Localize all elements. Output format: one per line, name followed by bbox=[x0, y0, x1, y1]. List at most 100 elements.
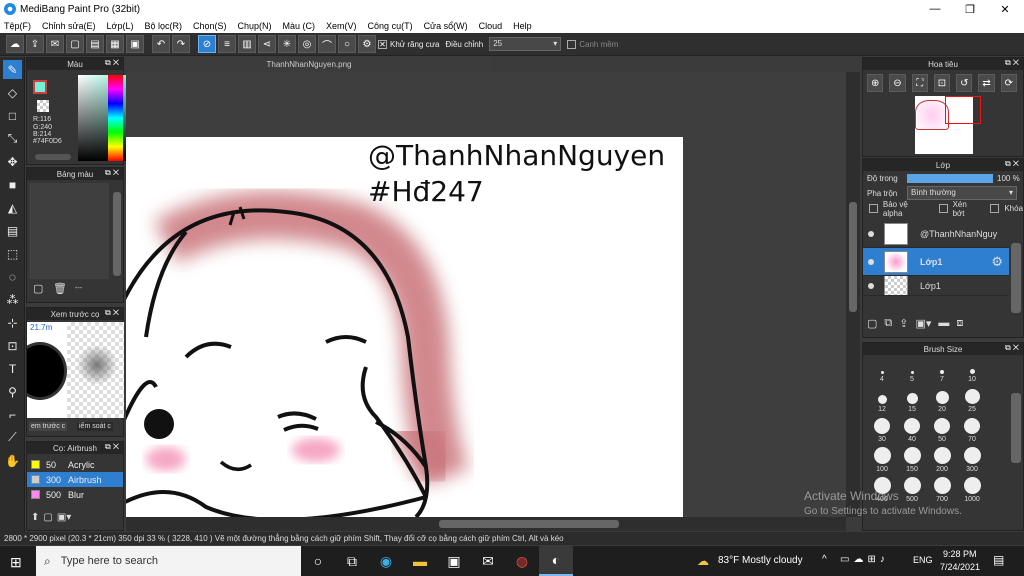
select-tool-icon[interactable]: ⬚ bbox=[3, 244, 22, 263]
layer-row[interactable]: Lớp1 bbox=[863, 276, 1009, 296]
brush-item-airbrush[interactable]: 300 Airbrush bbox=[27, 472, 123, 487]
canvas-paper[interactable]: @ThanhNhanNguyen #Hđ247 bbox=[126, 137, 683, 517]
palette-list[interactable] bbox=[29, 183, 109, 279]
brush-size-option[interactable]: 70 bbox=[957, 415, 987, 445]
clipping-checkbox[interactable] bbox=[938, 204, 948, 213]
brush-size-option[interactable]: 50 bbox=[927, 415, 957, 445]
ellipse-snap-icon[interactable]: ○ bbox=[338, 35, 356, 53]
brush-size-option[interactable]: 7 bbox=[927, 355, 957, 385]
medibang-taskbar-icon[interactable]: ◐ bbox=[539, 546, 573, 576]
brush-item-acrylic[interactable]: 50 Acrylic bbox=[27, 457, 123, 472]
maximize-button[interactable]: ❐ bbox=[953, 0, 987, 18]
actual-size-icon[interactable]: ⊡ bbox=[933, 74, 951, 92]
radial-snap-icon[interactable]: ✳ bbox=[278, 35, 296, 53]
undo-icon[interactable]: ↶ bbox=[152, 35, 170, 53]
close-button[interactable]: ✕ bbox=[988, 0, 1022, 18]
menu-snap[interactable]: Chụp(N) bbox=[238, 21, 272, 31]
zoom-out-icon[interactable]: ⊖ bbox=[889, 74, 906, 92]
fit-icon[interactable]: ⛶ bbox=[911, 74, 928, 92]
document-tab[interactable]: ThanhNhanNguyen.png bbox=[126, 57, 492, 72]
clock-date[interactable]: 7/24/2021 bbox=[940, 562, 980, 572]
panel-controls-icon[interactable]: ⧉ ✕ bbox=[1005, 159, 1019, 169]
menu-file[interactable]: Tệp(F) bbox=[4, 21, 31, 31]
menu-edit[interactable]: Chỉnh sửa(E) bbox=[42, 21, 96, 31]
delete-palette-icon[interactable]: 🗑 bbox=[53, 282, 67, 295]
cloud-icon[interactable]: ☁ bbox=[6, 35, 24, 53]
dropper-icon[interactable]: ⌐ bbox=[3, 405, 22, 424]
panel-controls-icon[interactable]: ⧉ ✕ bbox=[1005, 343, 1019, 353]
brush-menu-icon[interactable]: ▣▾ bbox=[57, 512, 71, 523]
menu-select[interactable]: Chọn(S) bbox=[193, 21, 227, 31]
current-color-swatch[interactable] bbox=[33, 80, 47, 94]
add-layer-menu-icon[interactable]: ▣▾ bbox=[915, 317, 931, 330]
brush-size-option[interactable]: 12 bbox=[867, 385, 897, 415]
taskbar-search[interactable]: ⌕ Type here to search bbox=[36, 546, 301, 576]
layer-row[interactable]: @ThanhNhanNguy bbox=[863, 220, 1009, 248]
grid-icon[interactable]: ▦ bbox=[106, 35, 124, 53]
rotate-left-icon[interactable]: ↺ bbox=[956, 74, 973, 92]
new-file-icon[interactable]: ▢ bbox=[66, 35, 84, 53]
brush-size-option[interactable]: 25 bbox=[957, 385, 987, 415]
eyedropper-icon[interactable]: ⟋ bbox=[3, 428, 22, 447]
hue-slider[interactable] bbox=[108, 75, 123, 161]
panel-controls-icon[interactable]: ⧉ ✕ bbox=[1005, 58, 1019, 68]
menu-window[interactable]: Cửa sổ(W) bbox=[424, 21, 468, 31]
canvas-vertical-scrollbar[interactable] bbox=[846, 72, 860, 517]
tray-chevron-icon[interactable]: ^ bbox=[822, 554, 827, 565]
brush-tool-icon[interactable]: ✎ bbox=[3, 60, 22, 79]
color-picker-square[interactable] bbox=[78, 75, 132, 161]
visibility-icon[interactable] bbox=[868, 258, 874, 265]
notification-icon[interactable]: ▤ bbox=[993, 553, 1004, 567]
save-icon[interactable]: ▤ bbox=[86, 35, 104, 53]
move-tool-icon[interactable]: ✥ bbox=[3, 152, 22, 171]
redo-icon[interactable]: ↷ bbox=[172, 35, 190, 53]
panel-controls-icon[interactable]: ⧉ ✕ bbox=[105, 168, 119, 178]
layer-row-selected[interactable]: Lớp1 ⚙ bbox=[863, 248, 1009, 276]
brush-size-option[interactable]: 30 bbox=[867, 415, 897, 445]
canvas-horizontal-scrollbar[interactable] bbox=[126, 517, 846, 531]
menu-filter[interactable]: Bộ lọc(R) bbox=[144, 21, 182, 31]
flip-icon[interactable]: ⇄ bbox=[978, 74, 995, 92]
snap-checkbox[interactable] bbox=[567, 39, 577, 49]
clock-time[interactable]: 9:28 PM bbox=[943, 549, 977, 559]
brush-item-blur[interactable]: 500 Blur bbox=[27, 487, 123, 502]
brush-size-option[interactable]: 100 bbox=[867, 445, 897, 475]
file-explorer-icon[interactable]: ▬ bbox=[403, 546, 437, 576]
brush-size-option[interactable]: 40 bbox=[897, 415, 927, 445]
brush-size-option[interactable]: 4 bbox=[867, 355, 897, 385]
import-layer-icon[interactable]: ⇪ bbox=[899, 317, 908, 330]
visibility-icon[interactable] bbox=[868, 282, 874, 289]
rotate-reset-icon[interactable]: ⟳ bbox=[1000, 74, 1017, 92]
folder-icon[interactable]: ▬ bbox=[938, 317, 949, 330]
magic-wand-icon[interactable]: ⁂ bbox=[3, 290, 22, 309]
comment-icon[interactable]: ✉ bbox=[46, 35, 64, 53]
new-layer-icon[interactable]: ▢ bbox=[867, 317, 877, 330]
tab-brush-preview[interactable]: em trước c bbox=[29, 422, 68, 431]
blend-mode-select[interactable]: Bình thường bbox=[907, 186, 1017, 200]
color-mode-buttons[interactable] bbox=[35, 154, 71, 160]
no-snap-icon[interactable]: ⊘ bbox=[198, 35, 216, 53]
hand-tool-icon[interactable]: ✋ bbox=[3, 451, 22, 470]
visibility-icon[interactable] bbox=[868, 230, 874, 237]
new-palette-icon[interactable]: ▢ bbox=[33, 282, 43, 295]
merge-layer-icon[interactable]: ⧈ bbox=[956, 317, 963, 330]
cortana-icon[interactable]: ○ bbox=[301, 546, 335, 576]
adjust-select[interactable]: 25 bbox=[489, 37, 562, 51]
menu-color[interactable]: Màu (C) bbox=[283, 21, 316, 31]
brush-size-option[interactable]: 5 bbox=[897, 355, 927, 385]
store-icon[interactable]: ▣ bbox=[437, 546, 471, 576]
tab-brush-control[interactable]: iểm soát c bbox=[77, 422, 113, 431]
brush-size-option[interactable]: 200 bbox=[927, 445, 957, 475]
circle-snap-icon[interactable]: ◎ bbox=[298, 35, 316, 53]
layout-icon[interactable]: ▣ bbox=[126, 35, 144, 53]
menu-layer[interactable]: Lớp(L) bbox=[107, 21, 134, 31]
fill-shape-icon[interactable]: ■ bbox=[3, 175, 22, 194]
brush-size-option[interactable]: 10 bbox=[957, 355, 987, 385]
gradient-tool-icon[interactable]: ▤ bbox=[3, 221, 22, 240]
brush-size-scrollbar[interactable] bbox=[1011, 393, 1021, 463]
cross-snap-icon[interactable]: ▥ bbox=[238, 35, 256, 53]
navigator-thumbnail[interactable] bbox=[915, 96, 981, 154]
minimize-button[interactable]: — bbox=[918, 0, 952, 18]
mail-icon[interactable]: ✉ bbox=[471, 546, 505, 576]
copy-layer-icon[interactable]: ⧉ bbox=[884, 317, 892, 330]
